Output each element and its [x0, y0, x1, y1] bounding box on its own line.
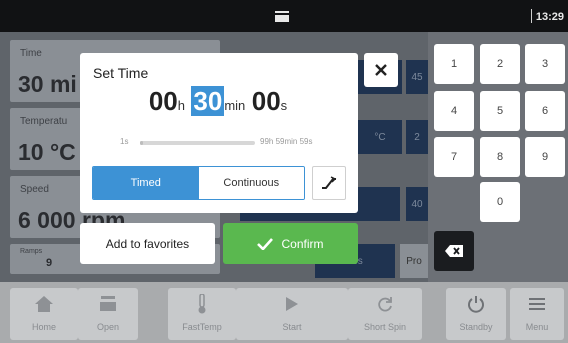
thermometer-icon [191, 294, 213, 314]
nav-fasttemp-label: FastTemp [182, 322, 222, 332]
temperature-tile-value: 10 °C [18, 139, 76, 165]
hours-value[interactable]: 00 [149, 86, 178, 116]
nav-short-spin-label: Short Spin [363, 322, 407, 332]
bg-temp-unit: °C [358, 120, 402, 154]
set-time-dialog: Set Time 00h 30 min 00s 1s 99h 59min 59s … [80, 53, 358, 213]
close-button[interactable] [364, 53, 398, 87]
key-8[interactable]: 8 [480, 137, 520, 177]
seconds-value[interactable]: 00 [252, 86, 281, 116]
short-spin-icon [374, 294, 396, 314]
check-icon [257, 237, 274, 250]
mode-toggle: Timed Continuous [92, 166, 305, 200]
ramps-tile-value: 9 [46, 257, 53, 269]
time-slider[interactable]: 1s 99h 59min 59s [120, 136, 320, 150]
bottom-bar: Home Open FastTemp Start Short Spin Stan… [0, 282, 568, 343]
nav-start-label: Start [282, 322, 302, 332]
bg-temp-preset: 2 [406, 120, 428, 154]
dialog-title: Set Time [93, 65, 149, 81]
open-lid-icon [97, 294, 119, 314]
nav-start[interactable]: Start [236, 288, 348, 340]
folder-icon [275, 11, 289, 22]
time-tile-label: Time [20, 48, 42, 59]
ramp-button[interactable] [312, 166, 346, 200]
slider-max-label: 99h 59min 59s [260, 137, 313, 146]
bg-time-preset: 45 [406, 60, 428, 94]
backspace-icon [445, 245, 463, 257]
slider-fill [140, 141, 144, 145]
speed-tile-label: Speed [20, 184, 49, 195]
bg-speed-preset: 40 [406, 187, 428, 221]
key-9[interactable]: 9 [525, 137, 565, 177]
minutes-value[interactable]: 30 [191, 86, 225, 116]
play-icon [281, 294, 303, 314]
status-bar: 13:29 [0, 0, 568, 32]
key-4[interactable]: 4 [434, 91, 474, 131]
home-icon [33, 294, 55, 314]
menu-icon [526, 294, 548, 314]
close-icon [375, 64, 387, 76]
nav-short-spin[interactable]: Short Spin [348, 288, 422, 340]
key-3[interactable]: 3 [525, 44, 565, 84]
nav-open-label: Open [96, 322, 120, 332]
key-2[interactable]: 2 [480, 44, 520, 84]
nav-home[interactable]: Home [10, 288, 78, 340]
key-1[interactable]: 1 [434, 44, 474, 84]
add-to-favorites-button[interactable]: Add to favorites [80, 223, 215, 264]
nav-fasttemp[interactable]: FastTemp [168, 288, 236, 340]
bg-programs-tab: Pro [400, 244, 428, 278]
confirm-button-label: Confirm [281, 236, 324, 251]
ramps-tile-label: Ramps [20, 248, 43, 255]
status-separator [531, 9, 532, 23]
nav-menu[interactable]: Menu [510, 288, 564, 340]
key-7[interactable]: 7 [434, 137, 474, 177]
mode-timed-button[interactable]: Timed [93, 167, 199, 199]
key-0[interactable]: 0 [480, 182, 520, 222]
minutes-unit: min [224, 98, 246, 113]
slider-track[interactable] [140, 141, 255, 145]
nav-home-label: Home [31, 322, 56, 332]
time-display: 00h 30 min 00s [80, 86, 358, 117]
backspace-button[interactable] [434, 231, 474, 271]
key-6[interactable]: 6 [525, 91, 565, 131]
confirm-button[interactable]: Confirm [223, 223, 358, 264]
time-tile-value: 30 mi [18, 71, 77, 97]
nav-open[interactable]: Open [78, 288, 138, 340]
nav-standby[interactable]: Standby [446, 288, 506, 340]
nav-menu-label: Menu [525, 322, 549, 332]
power-icon [465, 294, 487, 314]
key-5[interactable]: 5 [480, 91, 520, 131]
ramp-icon [322, 176, 337, 189]
hours-unit: h [177, 98, 185, 113]
slider-min-label: 1s [120, 137, 129, 146]
mode-continuous-button[interactable]: Continuous [198, 167, 304, 199]
status-time: 13:29 [535, 11, 564, 23]
nav-standby-label: Standby [459, 322, 493, 332]
temperature-tile-label: Temperatu [20, 116, 68, 127]
seconds-unit: s [280, 98, 288, 113]
